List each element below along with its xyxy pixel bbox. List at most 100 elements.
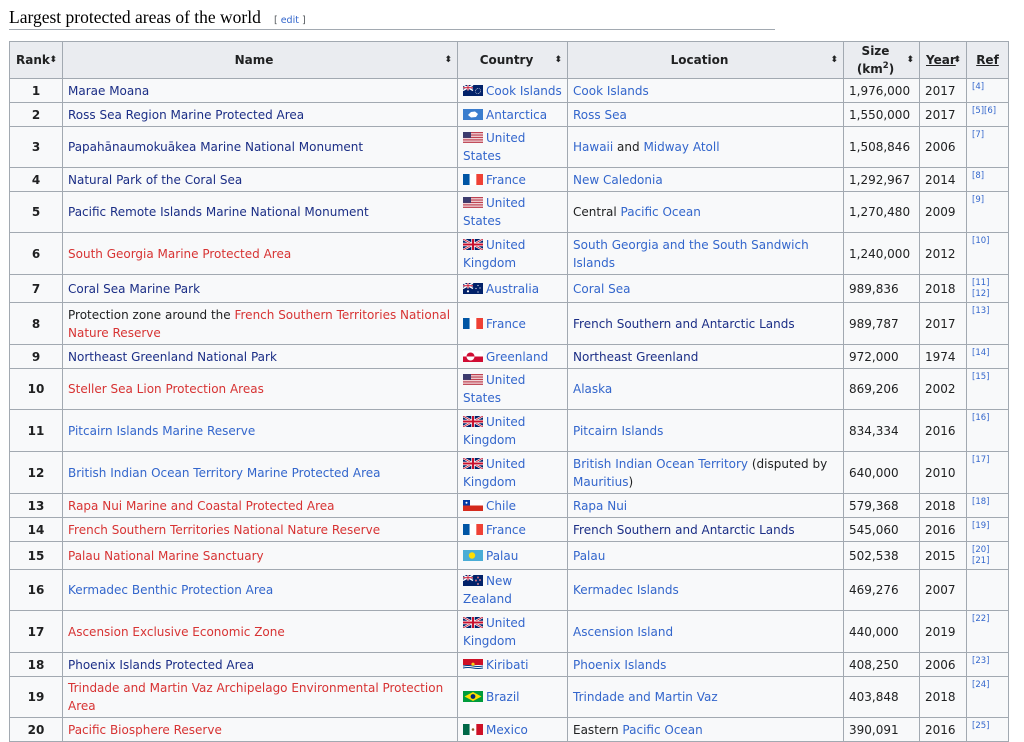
citation-link[interactable]: [11][12] [972, 278, 989, 299]
location-link[interactable]: Cook Islands [573, 84, 649, 98]
location-link[interactable]: French Southern and Antarctic Lands [573, 317, 795, 331]
sort-icon[interactable]: ⬍ [953, 51, 961, 69]
antarctica-flag-icon [463, 107, 483, 120]
citation-link[interactable]: [20][21] [972, 545, 989, 566]
sort-icon[interactable]: ⬍ [554, 51, 562, 69]
location-link[interactable]: Coral Sea [573, 282, 631, 296]
country-link[interactable]: Chile [486, 499, 516, 513]
us-flag-icon [463, 130, 483, 143]
area-name-link[interactable]: Marae Moana [68, 84, 149, 98]
citation-link[interactable]: [23] [972, 656, 989, 666]
location-link[interactable]: Phoenix Islands [573, 658, 666, 672]
area-name-link[interactable]: Trindade and Martin Vaz Archipelago Envi… [68, 681, 443, 713]
country-link[interactable]: Antarctica [486, 108, 547, 122]
size-cell: 469,276 [843, 569, 920, 611]
citation-link[interactable]: [4] [972, 82, 984, 92]
citation-link[interactable]: [8] [972, 171, 984, 181]
location-link[interactable]: Rapa Nui [573, 499, 627, 513]
protected-areas-table: Rank ⬍ Name ⬍ Country ⬍ Location ⬍ Size (km2)… [9, 41, 1009, 742]
area-name-link[interactable]: Rapa Nui Marine and Coastal Protected Ar… [68, 499, 335, 513]
country-cell: Chile [457, 493, 568, 518]
area-name-link[interactable]: Pacific Biosphere Reserve [68, 723, 222, 737]
location-link[interactable]: Northeast Greenland [573, 350, 698, 364]
country-link[interactable]: France [486, 317, 526, 331]
area-name-link[interactable]: British Indian Ocean Territory Marine Pr… [68, 466, 380, 480]
col-header-year[interactable]: Year ⬍ [919, 41, 967, 79]
citation-link[interactable]: [10] [972, 236, 989, 246]
country-link[interactable]: France [486, 173, 526, 187]
citation-link[interactable]: [22] [972, 614, 989, 624]
area-name-link[interactable]: Pacific Remote Islands Marine National M… [68, 205, 369, 219]
area-name-link[interactable]: Natural Park of the Coral Sea [68, 173, 242, 187]
area-name-link[interactable]: South Georgia Marine Protected Area [68, 247, 291, 261]
location-link[interactable]: Midway Atoll [643, 140, 719, 154]
country-link[interactable]: Mexico [486, 723, 528, 737]
citation-link[interactable]: [14] [972, 348, 989, 358]
col-header-size[interactable]: Size (km2) ⬍ [843, 41, 920, 79]
area-name-link[interactable]: Coral Sea Marine Park [68, 282, 200, 296]
area-name-link[interactable]: Northeast Greenland National Park [68, 350, 277, 364]
location-link[interactable]: Alaska [573, 382, 612, 396]
area-name-link[interactable]: Phoenix Islands Protected Area [68, 658, 254, 672]
location-link[interactable]: Pacific Ocean [621, 205, 701, 219]
country-link[interactable]: Kiribati [486, 658, 528, 672]
area-name-link[interactable]: Pitcairn Islands Marine Reserve [68, 424, 255, 438]
location-link[interactable]: Mauritius [573, 475, 628, 489]
edit-link[interactable]: edit [281, 15, 299, 26]
area-name-link[interactable]: Palau National Marine Sanctuary [68, 549, 264, 563]
location-link[interactable]: Pacific Ocean [622, 723, 702, 737]
col-header-name[interactable]: Name ⬍ [62, 41, 458, 79]
country-cell: France [457, 517, 568, 542]
area-name-link[interactable]: Kermadec Benthic Protection Area [68, 583, 273, 597]
citation-link[interactable]: [5][6] [972, 106, 996, 116]
size-cell: 1,976,000 [843, 78, 920, 103]
area-name-link[interactable]: French Southern Territories National Nat… [68, 523, 380, 537]
location-link[interactable]: Trindade and Martin Vaz [573, 690, 718, 704]
col-header-rank[interactable]: Rank ⬍ [9, 41, 63, 79]
citation-link[interactable]: [25] [972, 721, 989, 731]
sort-icon[interactable]: ⬍ [906, 51, 914, 69]
location-cell: Ross Sea [567, 102, 844, 127]
rank-cell: 2 [9, 102, 63, 127]
location-link[interactable]: New Caledonia [573, 173, 663, 187]
ref-cell: [8] [966, 167, 1009, 192]
citation-link[interactable]: [9] [972, 195, 984, 205]
location-link[interactable]: British Indian Ocean Territory [573, 457, 748, 471]
country-link[interactable]: Australia [486, 282, 539, 296]
location-link[interactable]: French Southern and Antarctic Lands [573, 523, 795, 537]
country-link[interactable]: Greenland [486, 350, 548, 364]
year-cell: 2018 [919, 676, 967, 718]
country-cell: United Kingdom [457, 409, 568, 452]
citation-link[interactable]: [19] [972, 521, 989, 531]
area-name-link[interactable]: Steller Sea Lion Protection Areas [68, 382, 264, 396]
citation-link[interactable]: [16] [972, 413, 989, 423]
country-link[interactable]: Palau [486, 549, 518, 563]
citation-link[interactable]: [13] [972, 306, 989, 316]
name-cell: Northeast Greenland National Park [62, 344, 458, 369]
location-link[interactable]: Ross Sea [573, 108, 627, 122]
citation-link[interactable]: [17] [972, 455, 989, 465]
table-row: 5 Pacific Remote Islands Marine National … [9, 191, 1009, 233]
location-link[interactable]: Pitcairn Islands [573, 424, 663, 438]
col-header-country[interactable]: Country ⬍ [457, 41, 568, 79]
area-name-link[interactable]: Ross Sea Region Marine Protected Area [68, 108, 304, 122]
sort-icon[interactable]: ⬍ [830, 51, 838, 69]
citation-link[interactable]: [15] [972, 372, 989, 382]
country-link[interactable]: Cook Islands [486, 84, 562, 98]
location-link[interactable]: Kermadec Islands [573, 583, 679, 597]
location-link[interactable]: Palau [573, 549, 605, 563]
citation-link[interactable]: [18] [972, 497, 989, 507]
sort-icon[interactable]: ⬍ [444, 51, 452, 69]
location-link[interactable]: Hawaii [573, 140, 613, 154]
country-link[interactable]: France [486, 523, 526, 537]
location-link[interactable]: Ascension Island [573, 625, 673, 639]
col-header-location[interactable]: Location ⬍ [567, 41, 844, 79]
sort-icon[interactable]: ⬍ [49, 51, 57, 69]
area-name-link[interactable]: Ascension Exclusive Economic Zone [68, 625, 285, 639]
area-name-link[interactable]: Papahānaumokuākea Marine National Monume… [68, 140, 363, 154]
name-cell: Ross Sea Region Marine Protected Area [62, 102, 458, 127]
citation-link[interactable]: [24] [972, 680, 989, 690]
location-link[interactable]: South Georgia and the South Sandwich Isl… [573, 238, 809, 270]
country-link[interactable]: Brazil [486, 690, 520, 704]
citation-link[interactable]: [7] [972, 130, 984, 140]
